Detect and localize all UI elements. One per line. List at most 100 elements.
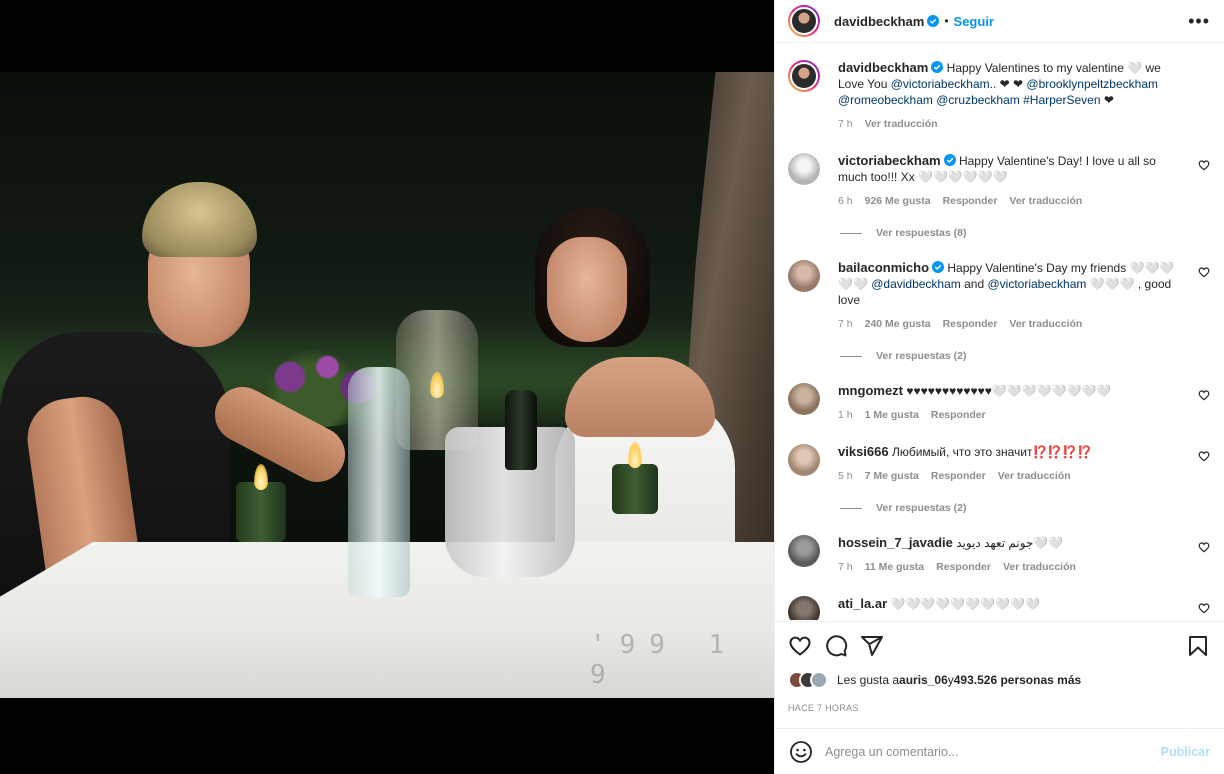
comment-icon[interactable] bbox=[824, 634, 848, 658]
comment-like-icon[interactable] bbox=[1198, 389, 1210, 401]
commenter-avatar[interactable] bbox=[788, 153, 820, 185]
translate-link[interactable]: Ver traducción bbox=[998, 468, 1071, 484]
comment-tag-link[interactable]: @davidbeckham bbox=[871, 277, 961, 291]
commenter-avatar[interactable] bbox=[788, 596, 820, 620]
caption-text-part: .. ❤ ❤ bbox=[989, 77, 1027, 91]
commenter-username[interactable]: hossein_7_javadie bbox=[838, 535, 953, 550]
reply-button[interactable]: Responder bbox=[943, 316, 998, 332]
comment-tag-link[interactable]: @victoriabeckham bbox=[987, 277, 1086, 291]
comment-likes[interactable]: 240 Me gusta bbox=[865, 316, 931, 332]
comment-like-icon[interactable] bbox=[1198, 602, 1210, 614]
post-actions: Les gusta a auris_06 y 493.526 personas … bbox=[775, 621, 1224, 713]
commenter-avatar[interactable] bbox=[788, 383, 820, 415]
heart-icon[interactable] bbox=[788, 634, 812, 658]
follow-button[interactable]: Seguir bbox=[954, 14, 994, 29]
post-media: '99 1 9 bbox=[0, 0, 774, 774]
comment-time[interactable]: 6 h bbox=[838, 193, 853, 209]
commenter-username[interactable]: viksi666 bbox=[838, 444, 889, 459]
comment-likes[interactable]: 7 Me gusta bbox=[865, 468, 919, 484]
comment-row: ati_la.ar 🤍🤍🤍🤍🤍🤍🤍🤍🤍🤍1 h1 Me gustaRespond… bbox=[788, 596, 1210, 620]
comment-like-icon[interactable] bbox=[1198, 450, 1210, 462]
caption-translate-link[interactable]: Ver traducción bbox=[865, 116, 938, 132]
comment-meta: 6 h 926 Me gusta Responder Ver traducción bbox=[838, 193, 1186, 209]
reply-button[interactable]: Responder bbox=[931, 407, 986, 423]
comment-meta: 1 h 1 Me gusta Responder bbox=[838, 407, 1186, 423]
commenter-username[interactable]: bailaconmicho bbox=[838, 260, 929, 275]
share-icon[interactable] bbox=[860, 634, 884, 658]
comment-row: hossein_7_javadie جونم تعهد دیوید🤍🤍 7 h 11… bbox=[788, 535, 1210, 575]
view-replies-button[interactable]: Ver respuestas (2) bbox=[840, 502, 1210, 514]
view-replies-label: Ver respuestas (8) bbox=[876, 227, 967, 239]
comment-likes[interactable]: 926 Me gusta bbox=[865, 193, 931, 209]
caption-avatar[interactable] bbox=[788, 60, 820, 92]
reply-button[interactable]: Responder bbox=[943, 193, 998, 209]
commenter-username[interactable]: victoriabeckham bbox=[838, 153, 941, 168]
comment-item: mngomezt ♥♥♥♥♥♥♥♥♥♥♥♥🤍🤍🤍🤍🤍🤍🤍🤍 1 h 1 Me gus… bbox=[788, 383, 1210, 423]
comment-likes[interactable]: 1 Me gusta bbox=[865, 407, 919, 423]
translate-link[interactable]: Ver traducción bbox=[1009, 193, 1082, 209]
comment-time[interactable]: 7 h bbox=[838, 316, 853, 332]
commenter-username[interactable]: mngomezt bbox=[838, 383, 903, 398]
comment-item: victoriabeckham Happy Valentine's Day! I… bbox=[788, 153, 1210, 239]
comment-text: ati_la.ar 🤍🤍🤍🤍🤍🤍🤍🤍🤍🤍 bbox=[838, 596, 1186, 612]
reply-button[interactable]: Responder bbox=[931, 468, 986, 484]
translate-link[interactable]: Ver traducción bbox=[1003, 559, 1076, 575]
comment-text-part: ♥♥♥♥♥♥♥♥♥♥♥♥🤍🤍🤍🤍🤍🤍🤍🤍 bbox=[906, 384, 1112, 398]
comment-meta: 7 h 11 Me gusta Responder Ver traducción bbox=[838, 559, 1186, 575]
comment-text-part: جونم تعهد دیوید🤍🤍 bbox=[956, 536, 1064, 550]
post-side-panel: davidbeckham • Seguir ••• davidbeckham H… bbox=[774, 0, 1224, 774]
commenter-avatar[interactable] bbox=[788, 444, 820, 476]
caption-tag-link[interactable]: @brooklynpeltzbeckham bbox=[1026, 77, 1158, 91]
view-replies-label: Ver respuestas (2) bbox=[876, 350, 967, 362]
view-replies-button[interactable]: Ver respuestas (2) bbox=[840, 350, 1210, 362]
commenter-username[interactable]: ati_la.ar bbox=[838, 596, 887, 611]
caption-tag-link[interactable]: #HarperSeven bbox=[1023, 93, 1100, 107]
comment-like-icon[interactable] bbox=[1198, 541, 1210, 553]
comment-like-icon[interactable] bbox=[1198, 159, 1210, 171]
comments-list[interactable]: davidbeckham Happy Valentines to my vale… bbox=[775, 44, 1224, 620]
caption-tag-link[interactable]: @romeobeckham bbox=[838, 93, 933, 107]
comment-item: bailaconmicho Happy Valentine's Day my f… bbox=[788, 260, 1210, 362]
comment-row: viksi666 Любимый, что это значит⁉️⁉️⁉️⁉️… bbox=[788, 444, 1210, 484]
separator-dot: • bbox=[944, 14, 949, 28]
comment-like-icon[interactable] bbox=[1198, 266, 1210, 278]
author-avatar[interactable] bbox=[788, 5, 820, 37]
author-username[interactable]: davidbeckham bbox=[834, 14, 924, 29]
view-replies-button[interactable]: Ver respuestas (8) bbox=[840, 227, 1210, 239]
verified-icon bbox=[932, 261, 945, 273]
liker-username[interactable]: auris_06 bbox=[899, 673, 948, 687]
bookmark-icon[interactable] bbox=[1186, 634, 1210, 658]
commenter-avatar[interactable] bbox=[788, 535, 820, 567]
instagram-post-view: '99 1 9 davidbeckham • Seguir ••• davidb… bbox=[0, 0, 1224, 774]
emoji-icon[interactable] bbox=[789, 740, 813, 764]
photo-date-stamp: '99 1 9 bbox=[590, 630, 739, 690]
caption-tag-link[interactable]: @victoriabeckham bbox=[891, 77, 990, 91]
translate-link[interactable]: Ver traducción bbox=[1009, 316, 1082, 332]
post-photo[interactable]: '99 1 9 bbox=[0, 72, 774, 698]
comment-input[interactable] bbox=[825, 744, 1161, 759]
comment-time[interactable]: 7 h bbox=[838, 559, 853, 575]
replies-line bbox=[840, 355, 862, 357]
comment-likes[interactable]: 11 Me gusta bbox=[865, 559, 925, 575]
caption-time[interactable]: 7 h bbox=[838, 116, 853, 132]
post-time-ago[interactable]: Hace 7 horas bbox=[788, 703, 1210, 713]
comment-row: victoriabeckham Happy Valentine's Day! I… bbox=[788, 153, 1210, 209]
comment-text: viksi666 Любимый, что это значит⁉️⁉️⁉️⁉️ bbox=[838, 444, 1186, 460]
comment-text: hossein_7_javadie جونم تعهد دیوید🤍🤍 bbox=[838, 535, 1186, 551]
caption-username[interactable]: davidbeckham bbox=[838, 60, 928, 75]
caption-text: davidbeckham Happy Valentines to my vale… bbox=[838, 60, 1186, 108]
likes-count[interactable]: 493.526 personas más bbox=[954, 673, 1081, 687]
comment-time[interactable]: 5 h bbox=[838, 468, 853, 484]
verified-icon bbox=[927, 15, 940, 27]
publish-button[interactable]: Publicar bbox=[1161, 745, 1210, 759]
comment-text-part: and bbox=[960, 277, 988, 291]
comment-time[interactable]: 1 h bbox=[838, 407, 853, 423]
reply-button[interactable]: Responder bbox=[936, 559, 991, 575]
comment-text-part: 🤍🤍🤍🤍🤍🤍🤍🤍🤍🤍 bbox=[890, 597, 1040, 611]
more-options-icon[interactable]: ••• bbox=[1188, 11, 1210, 32]
commenter-avatar[interactable] bbox=[788, 260, 820, 292]
comment-item: viksi666 Любимый, что это значит⁉️⁉️⁉️⁉️… bbox=[788, 444, 1210, 514]
likes-prefix: Les gusta a bbox=[837, 673, 900, 687]
replies-line bbox=[840, 507, 862, 509]
caption-tag-link[interactable]: @cruzbeckham bbox=[936, 93, 1020, 107]
